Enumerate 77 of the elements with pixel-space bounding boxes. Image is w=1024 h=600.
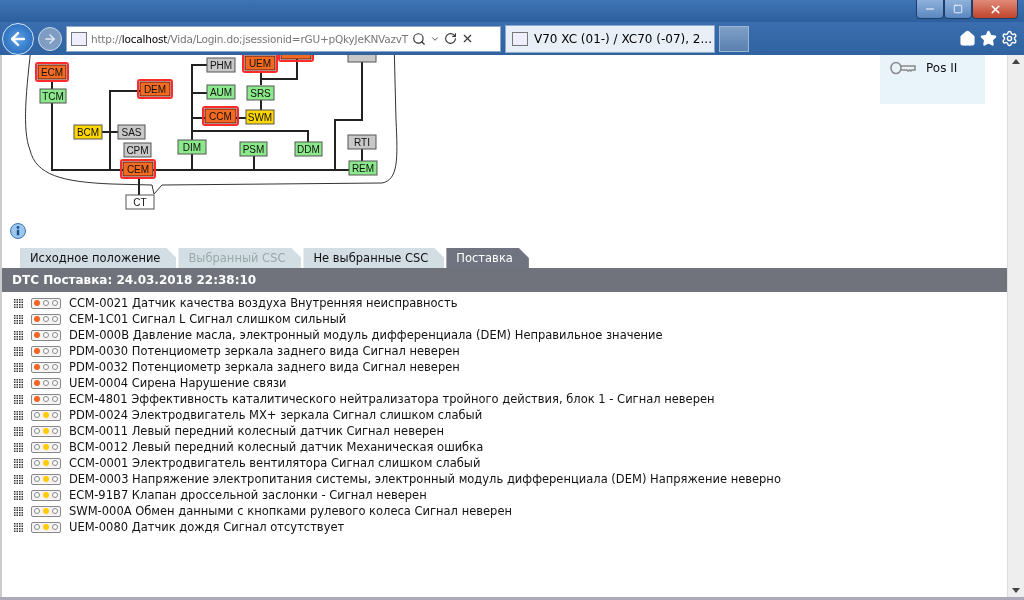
dtc-text[interactable]: SWM-000A Обмен данными с кнопками рулевого колеса Сигнал неверен <box>69 504 512 518</box>
module-node: UEM <box>242 55 278 73</box>
grip-icon[interactable] <box>14 378 23 388</box>
grip-icon[interactable] <box>14 490 23 500</box>
dtc-text[interactable]: BCM-0011 Левый передний колесный датчик Сигнал неверен <box>69 424 444 438</box>
grip-icon[interactable] <box>14 330 23 340</box>
grip-icon[interactable] <box>14 298 23 308</box>
forward-button[interactable] <box>38 26 62 51</box>
search-icon[interactable] <box>412 31 427 46</box>
module-node: SRS <box>246 85 275 101</box>
page-icon <box>512 31 528 46</box>
settings-icon[interactable] <box>1001 30 1018 47</box>
address-bar[interactable]: http://localhost/Vida/Login.do;jsessionid=rGU+pQkyJeKNVazvT <box>66 25 501 52</box>
module-node: TCM <box>39 88 67 104</box>
grip-icon[interactable] <box>14 506 23 516</box>
grip-icon[interactable] <box>14 362 23 372</box>
dtc-text[interactable]: PDM-0030 Потенциометр зеркала заднего вида Сигнал неверен <box>69 344 460 358</box>
module-node: PSM <box>239 141 268 157</box>
dtc-text[interactable]: ECM-91B7 Клапан дроссельной заслонки - Сигнал неверен <box>69 488 427 502</box>
page-icon <box>71 31 87 46</box>
grip-icon[interactable] <box>14 426 23 436</box>
module-node: AUM <box>206 84 236 100</box>
info-icon[interactable] <box>10 223 26 239</box>
grip-icon[interactable] <box>14 474 23 484</box>
module-node: SWM <box>245 109 275 125</box>
home-icon[interactable] <box>959 30 976 47</box>
tab[interactable]: Поставка <box>446 248 529 268</box>
dtc-text[interactable]: CCM-0021 Датчик качества воздуха Внутренняя неисправность <box>69 296 458 310</box>
back-button[interactable] <box>2 22 34 55</box>
grip-icon[interactable] <box>14 410 23 420</box>
tab[interactable]: Не выбранные CSC <box>303 248 445 268</box>
module-node: CPM <box>123 142 152 158</box>
dtc-header: DTC Поставка: 24.03.2018 22:38:10 <box>2 268 1007 292</box>
module-node: DDM <box>294 141 323 157</box>
dtc-text[interactable]: CEM-1C01 Сигнал L Сигнал слишком сильный <box>69 312 347 326</box>
grip-icon[interactable] <box>14 394 23 404</box>
address-text: http://localhost/Vida/Login.do;jsessionid=rGU+pQkyJeKNVazvT <box>91 32 409 45</box>
maximize-button[interactable] <box>944 0 972 19</box>
dtc-text[interactable]: CCM-0001 Электродвигатель вентилятора Сигнал слишком слабый <box>69 456 481 470</box>
grip-icon[interactable] <box>14 442 23 452</box>
tab[interactable]: Исходное положение <box>20 248 177 268</box>
dtc-text[interactable]: PDM-0024 Электродвигатель MX+ зеркала Сигнал слишком слабый <box>69 408 483 422</box>
module-node: BCM <box>73 124 103 140</box>
dtc-text[interactable]: DEM-000B Давление масла, электронный модуль дифференциала (DEM) Неправильное значение <box>69 328 663 342</box>
refresh-icon[interactable] <box>444 32 458 45</box>
grip-icon[interactable] <box>14 346 23 356</box>
module-node: CCM <box>202 106 239 126</box>
dtc-text[interactable]: PDM-0032 Потенциометр зеркала заднего вида Сигнал неверен <box>69 360 460 374</box>
arrow-right-icon <box>43 31 57 46</box>
close-icon <box>988 2 1002 16</box>
module-node: RTI <box>347 134 377 150</box>
dtc-text[interactable]: DEM-0003 Напряжение электропитания системы, электронный модуль дифференциала (DEM) Напряжение неверно <box>69 472 781 486</box>
scrollbar[interactable] <box>1007 55 1024 597</box>
dtc-text[interactable]: UEM-0004 Сирена Нарушение связи <box>69 376 287 390</box>
close-button[interactable] <box>972 0 1018 19</box>
module-node: CEM <box>120 159 156 179</box>
module-node: REM <box>348 160 378 176</box>
browser-tab[interactable]: V70 XC (01-) / XC70 (-07), 2... <box>505 24 715 53</box>
module-node: DEM <box>137 79 173 99</box>
new-tab-button[interactable] <box>719 25 749 52</box>
tab-title: V70 XC (01-) / XC70 (-07), 2... <box>534 31 712 46</box>
minimize-button[interactable] <box>916 0 944 19</box>
dtc-text[interactable]: UEM-0080 Датчик дождя Сигнал отсутствует <box>69 520 345 534</box>
maximize-icon <box>953 4 963 14</box>
module-node: DIM <box>177 139 207 155</box>
grip-icon[interactable] <box>14 458 23 468</box>
grip-icon[interactable] <box>14 314 23 324</box>
key-icon <box>890 61 916 75</box>
favorites-icon[interactable] <box>980 30 997 47</box>
module-node: PHM <box>206 57 236 73</box>
module-node: ECM <box>35 62 69 82</box>
module-node: SAS <box>117 124 146 140</box>
module-node: CT <box>125 194 155 210</box>
ignition-position: Pos II <box>926 61 958 75</box>
dtc-text[interactable]: BCM-0012 Левый передний колесный датчик Механическая ошибка <box>69 440 484 454</box>
grip-icon[interactable] <box>14 522 23 532</box>
dtc-text[interactable]: ECM-4801 Эффективность каталитического нейтрализатора тройного действия, блок 1 - Сигнал неверен <box>69 392 715 406</box>
